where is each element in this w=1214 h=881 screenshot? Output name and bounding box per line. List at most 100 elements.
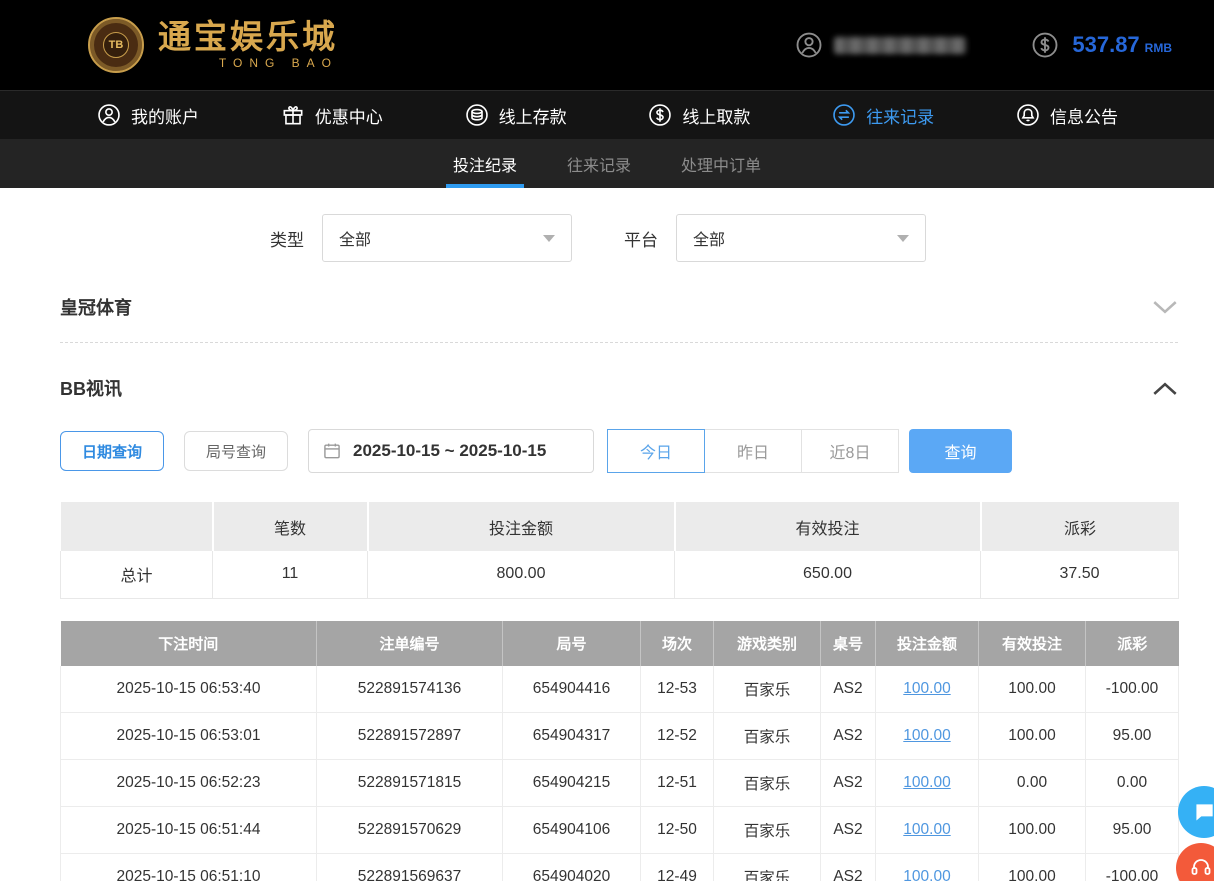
top-header: TB 通宝娱乐城 TONG BAO 537.87 RMB: [0, 0, 1214, 90]
table-no: AS2: [821, 807, 876, 854]
bet-time: 2025-10-15 06:53:40: [61, 666, 317, 713]
date-range-value: 2025-10-15 ~ 2025-10-15: [353, 441, 546, 461]
valid-bet: 100.00: [979, 854, 1086, 881]
summary-total-label: 总计: [61, 551, 213, 598]
payout-cell: -100.00: [1086, 854, 1179, 881]
bet-amount-link: 100.00: [876, 854, 979, 881]
game-type: 百家乐: [714, 807, 821, 854]
site-logo: TB 通宝娱乐城 TONG BAO: [88, 17, 338, 73]
valid-bet: 100.00: [979, 713, 1086, 760]
nav-item-deposit[interactable]: 线上存款: [464, 102, 567, 128]
yesterday-button[interactable]: 昨日: [704, 429, 802, 473]
round-no: 654904317: [503, 713, 641, 760]
records-subnav: 投注纪录 往来记录 处理中订单: [0, 139, 1214, 188]
withdraw-dollar-icon: [647, 102, 673, 128]
chevron-down-icon[interactable]: [1152, 300, 1178, 315]
dashed-divider: [60, 342, 1178, 343]
nav-item-label: 往来记录: [866, 103, 934, 128]
summary-count: 11: [213, 551, 368, 598]
summary-table: 笔数 投注金额 有效投注 派彩 总计 11 800.00 650.00 37.5…: [60, 502, 1179, 599]
balance-currency: RMB: [1145, 41, 1172, 55]
today-button[interactable]: 今日: [607, 429, 705, 473]
tab-pending-orders[interactable]: 处理中订单: [656, 139, 786, 188]
round-query-button[interactable]: 局号查询: [184, 431, 288, 471]
bet-time: 2025-10-15 06:52:23: [61, 760, 317, 807]
section-bb-video: BB视讯: [60, 369, 1178, 407]
table-no: AS2: [821, 854, 876, 881]
session: 12-51: [641, 760, 714, 807]
filter-row: 类型 全部 平台 全部: [60, 214, 1178, 262]
tab-bet-records[interactable]: 投注纪录: [428, 139, 542, 188]
nav-item-label: 信息公告: [1050, 103, 1118, 128]
valid-bet: 0.00: [979, 760, 1086, 807]
nav-item-transaction-records[interactable]: 往来记录: [831, 102, 934, 128]
nav-item-announcements[interactable]: 信息公告: [1015, 102, 1118, 128]
payout-cell: 0.00: [1086, 760, 1179, 807]
nav-item-promotions[interactable]: 优惠中心: [280, 102, 383, 128]
bet-id: 522891572897: [317, 713, 503, 760]
bet-amount-link: 100.00: [876, 807, 979, 854]
summary-header-empty: [61, 502, 213, 551]
date-query-button[interactable]: 日期查询: [60, 431, 164, 471]
dollar-icon: [1030, 30, 1060, 60]
content: 类型 全部 平台 全部 皇冠体育 BB视讯 日期查询 局号查询: [0, 214, 1214, 881]
chevron-up-icon[interactable]: [1152, 381, 1178, 396]
type-filter-label: 类型: [270, 226, 304, 251]
bet-time: 2025-10-15 06:51:10: [61, 854, 317, 881]
tab-transaction-records[interactable]: 往来记录: [542, 139, 656, 188]
nav-item-withdraw[interactable]: 线上取款: [647, 102, 750, 128]
chevron-down-icon: [897, 235, 909, 242]
section-title: BB视讯: [60, 375, 122, 401]
game-type: 百家乐: [714, 666, 821, 713]
bet-id: 522891569637: [317, 854, 503, 881]
col-header: 桌号: [821, 621, 876, 666]
game-type: 百家乐: [714, 760, 821, 807]
session: 12-53: [641, 666, 714, 713]
last-8-days-button[interactable]: 近8日: [801, 429, 899, 473]
balance: 537.87 RMB: [1030, 30, 1172, 60]
quick-range-group: 今日 昨日 近8日: [608, 429, 899, 473]
summary-payout: 37.50: [981, 551, 1179, 598]
query-bar: 日期查询 局号查询 2025-10-15 ~ 2025-10-15 今日 昨日 …: [60, 429, 1178, 473]
bet-amount-link: 100.00: [876, 760, 979, 807]
col-header: 注单编号: [317, 621, 503, 666]
nav-item-my-account[interactable]: 我的账户: [96, 102, 199, 128]
session: 12-49: [641, 854, 714, 881]
type-select[interactable]: 全部: [322, 214, 572, 262]
table-row: 2025-10-15 06:53:40 522891574136 6549044…: [61, 666, 1179, 713]
search-button[interactable]: 查询: [909, 429, 1012, 473]
valid-bet: 100.00: [979, 666, 1086, 713]
payout-cell: 95.00: [1086, 807, 1179, 854]
bet-time: 2025-10-15 06:53:01: [61, 713, 317, 760]
payout-cell: -100.00: [1086, 666, 1179, 713]
nav-item-label: 我的账户: [131, 103, 199, 128]
nav-item-label: 线上存款: [499, 103, 567, 128]
calendar-icon: [322, 441, 342, 461]
date-range-input[interactable]: 2025-10-15 ~ 2025-10-15: [308, 429, 594, 473]
round-no: 654904416: [503, 666, 641, 713]
round-no: 654904215: [503, 760, 641, 807]
transfer-record-icon: [831, 102, 857, 128]
summary-bet-amount: 800.00: [368, 551, 675, 598]
round-no: 654904020: [503, 854, 641, 881]
game-type: 百家乐: [714, 854, 821, 881]
table-row: 2025-10-15 06:52:23 522891571815 6549042…: [61, 760, 1179, 807]
summary-header: 派彩: [981, 502, 1179, 551]
platform-select[interactable]: 全部: [676, 214, 926, 262]
section-crown-sports: 皇冠体育: [60, 288, 1178, 326]
logo-chip-icon: TB: [88, 17, 144, 73]
round-no: 654904106: [503, 807, 641, 854]
table-no: AS2: [821, 713, 876, 760]
bet-id: 522891574136: [317, 666, 503, 713]
bet-amount-link: 100.00: [876, 713, 979, 760]
bet-records-table: 下注时间 注单编号 局号 场次 游戏类别 桌号 投注金额 有效投注 派彩 202…: [60, 621, 1179, 881]
col-header: 下注时间: [61, 621, 317, 666]
summary-valid-bet: 650.00: [675, 551, 981, 598]
col-header: 游戏类别: [714, 621, 821, 666]
main-nav: 我的账户 优惠中心 线上存款: [0, 90, 1214, 139]
logo-subtitle: TONG BAO: [158, 56, 338, 70]
bet-id: 522891570629: [317, 807, 503, 854]
col-header: 有效投注: [979, 621, 1086, 666]
username-redacted: [834, 37, 966, 54]
gift-icon: [280, 102, 306, 128]
